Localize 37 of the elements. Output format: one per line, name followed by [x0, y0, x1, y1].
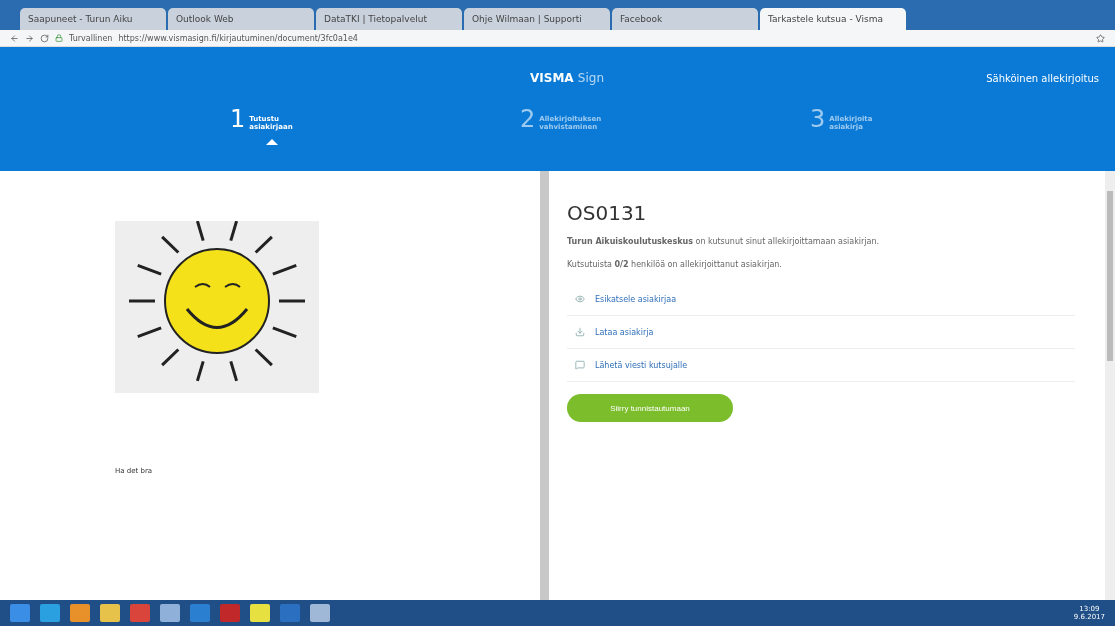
browser-tab[interactable]: Facebook [612, 8, 758, 30]
logo: VISMA Sign [530, 71, 604, 85]
taskbar-app-icon[interactable] [130, 604, 150, 622]
browser-tab[interactable]: Tarkastele kutsua - Visma [760, 8, 906, 30]
taskbar-app-icon[interactable] [220, 604, 240, 622]
taskbar-app-icon[interactable] [100, 604, 120, 622]
document-title: OS0131 [567, 201, 648, 225]
browser-tab[interactable]: Saapuneet - Turun Aiku [20, 8, 166, 30]
reload-icon[interactable] [40, 33, 49, 43]
taskbar-app-icon[interactable] [70, 604, 90, 622]
eye-icon [575, 294, 585, 304]
taskbar-app-icon[interactable] [280, 604, 300, 622]
secure-label: Turvallinen [69, 33, 113, 43]
taskbar-app-icon[interactable] [310, 604, 330, 622]
invitation-text: Turun Aikuiskoulutuskeskus on kutsunut sinut allekirjoittamaan asiakirjan. [567, 237, 881, 246]
browser-tab[interactable]: DataTKI | Tietopalvelut [316, 8, 462, 30]
browser-tab[interactable]: Ohje Wilmaan | Supporti [464, 8, 610, 30]
signing-status: Kutsutuista 0/2 henkilöä on allekirjoittanut asiakirjan. [567, 260, 783, 269]
action-link[interactable]: Lähetä viesti kutsujalle [567, 349, 1075, 382]
taskbar-app-icon[interactable] [190, 604, 210, 622]
speech-bubble-icon [575, 360, 585, 370]
header-title: Sähköinen allekirjoitus [986, 72, 1099, 84]
star-icon[interactable] [1096, 33, 1105, 43]
taskbar-app-icon[interactable] [160, 604, 180, 622]
action-link[interactable]: Esikatsele asiakirjaa [567, 283, 1075, 316]
action-link[interactable]: Lataa asiakirja [567, 316, 1075, 349]
url-field[interactable]: https://www.vismasign.fi/kirjautuminen/document/3fc0a1e4 [118, 33, 358, 43]
pane-splitter[interactable] [540, 171, 549, 600]
taskbar-app-icon[interactable] [10, 604, 30, 622]
download-icon [575, 327, 585, 337]
browser-tab[interactable]: Outlook Web [168, 8, 314, 30]
back-icon[interactable] [10, 33, 19, 43]
taskbar-app-icon[interactable] [40, 604, 60, 622]
forward-icon[interactable] [25, 33, 34, 43]
lock-icon [55, 34, 63, 42]
scrollbar-thumb[interactable] [1107, 191, 1113, 361]
taskbar-app-icon[interactable] [250, 604, 270, 622]
